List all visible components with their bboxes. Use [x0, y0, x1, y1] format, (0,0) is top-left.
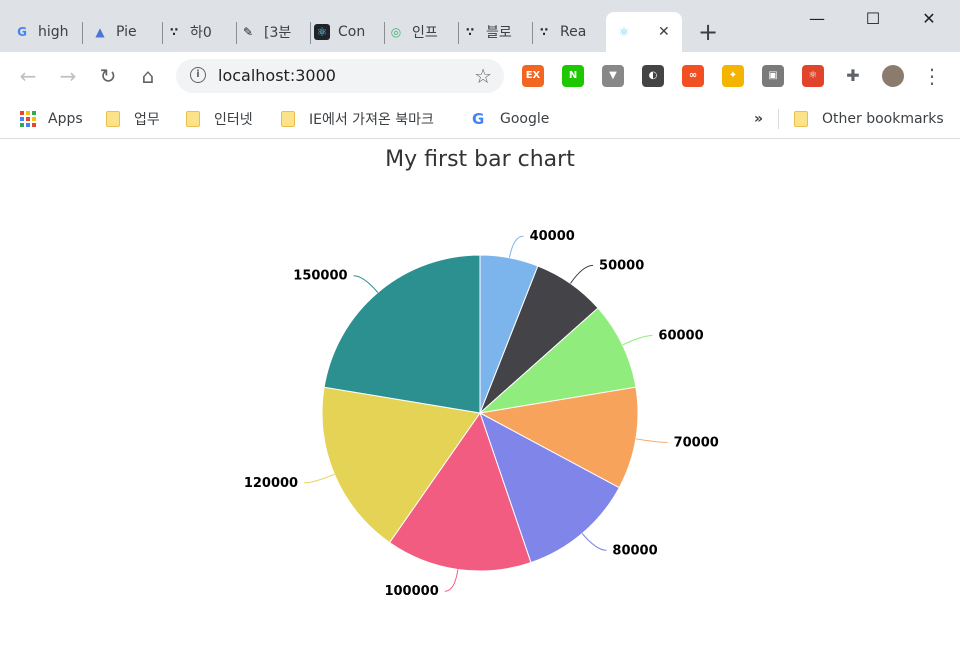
maximize-button[interactable]: ☐	[850, 4, 896, 34]
browser-tab[interactable]: ∵ 블로	[462, 16, 526, 48]
data-label: 60000	[658, 328, 703, 343]
address-bar[interactable]: i localhost:3000 ☆	[176, 59, 504, 93]
data-label-connector	[444, 569, 459, 592]
bookmark-label: 업무	[134, 112, 160, 128]
new-tab-button[interactable]: +	[696, 18, 720, 46]
info-icon[interactable]: i	[190, 67, 206, 83]
browser-tab[interactable]: Ghigh	[14, 16, 76, 48]
data-label: 50000	[599, 258, 644, 273]
back-button[interactable]: ←	[16, 64, 40, 88]
data-label-connector	[622, 334, 653, 346]
data-label-connector	[508, 235, 524, 258]
tab-separator	[162, 22, 163, 44]
data-label-connector	[304, 473, 335, 484]
pie-chart: 40000 50000 60000 70000 80000 100000 120000 150…	[244, 229, 720, 600]
puzzle-extension-icon[interactable]: ✚	[842, 65, 864, 87]
bookmark-apps[interactable]: Apps	[20, 108, 83, 130]
react-devtools-extension-icon[interactable]: ⚛	[802, 65, 824, 87]
bookmark-folder-internet[interactable]: 인터넷	[186, 108, 253, 130]
bookmark-folder-ie[interactable]: IE에서 가져온 북마크	[281, 108, 434, 130]
window-extension-icon[interactable]: ▣	[762, 65, 784, 87]
tab-separator	[532, 22, 533, 44]
google-icon: G	[17, 25, 27, 39]
data-label-connector	[570, 264, 594, 284]
google-icon: G	[472, 110, 485, 128]
tab-separator	[82, 22, 83, 44]
more-bookmarks-button[interactable]: »	[754, 108, 763, 130]
react-dark-icon: ⚛	[314, 24, 330, 40]
data-label: 100000	[384, 584, 438, 599]
forward-button[interactable]: →	[56, 64, 80, 88]
bookmarks-divider	[778, 109, 779, 129]
triangle-icon: ▲	[95, 25, 105, 39]
url-text[interactable]: localhost:3000	[218, 66, 336, 85]
tab-title: Con	[338, 24, 366, 40]
browser-tab[interactable]: ✎ [3분	[240, 16, 304, 48]
data-label: 120000	[244, 476, 298, 491]
bookmark-other[interactable]: Other bookmarks	[794, 108, 944, 130]
dots-icon: ∵	[169, 25, 179, 39]
browser-toolbar: ← → ↻ ⌂ i localhost:3000 ☆ EX N ▼ ◐ ∞ ✦ ▣ ⚛ ✚ ⋮	[0, 52, 960, 100]
dots-icon: ∵	[539, 25, 549, 39]
close-tab-icon[interactable]: ✕	[658, 24, 670, 40]
close-window-button[interactable]: ✕	[906, 4, 952, 34]
bookmark-label: Google	[500, 111, 550, 127]
react-icon: ⚛	[618, 25, 630, 39]
tab-separator	[384, 22, 385, 44]
naver-extension-icon[interactable]: N	[562, 65, 584, 87]
page-content: My first bar chart 40000 50000 60000 70000 8…	[0, 139, 960, 656]
infinity-extension-icon[interactable]: ∞	[682, 65, 704, 87]
folder-icon	[106, 111, 120, 127]
minimize-button[interactable]: —	[794, 4, 840, 34]
tab-separator	[458, 22, 459, 44]
tab-title: Rea	[560, 24, 587, 40]
bookmark-folder-work[interactable]: 업무	[106, 108, 160, 130]
browser-tab[interactable]: ◎ 인프	[388, 16, 452, 48]
vue-extension-icon[interactable]: ▼	[602, 65, 624, 87]
bookmark-label: Apps	[48, 111, 83, 127]
tab-title: 블로	[486, 25, 512, 41]
bookmark-label: Other bookmarks	[822, 111, 944, 127]
ex-extension-icon[interactable]: EX	[522, 65, 544, 87]
bookmark-star-icon[interactable]: ☆	[474, 64, 492, 88]
browser-tab[interactable]: ▲ Pie	[92, 16, 156, 48]
bookmark-label: 인터넷	[214, 112, 253, 128]
data-label: 150000	[293, 269, 347, 284]
tab-strip: Ghigh ▲ Pie ∵ 하0 ✎ [3분 ⚛ Con ◎ 인프 ∵ 블로 ∵ Rea ⚛ ✕ + — ☐ ✕	[0, 0, 960, 52]
tab-title: Pie	[116, 24, 137, 40]
home-button[interactable]: ⌂	[136, 64, 160, 88]
apps-grid-icon	[20, 111, 36, 127]
browser-tab[interactable]: ∵ 하0	[166, 16, 230, 48]
box-extension-icon[interactable]: ✦	[722, 65, 744, 87]
folder-icon	[281, 111, 295, 127]
bookmark-label: IE에서 가져온 북마크	[309, 112, 434, 128]
browser-tab[interactable]: ⚛ Con	[314, 16, 378, 48]
browser-tab[interactable]: ∵ Rea	[536, 16, 596, 48]
data-label-connector	[353, 275, 379, 293]
tab-separator	[310, 22, 311, 44]
bookmarks-bar: Apps 업무 인터넷 IE에서 가져온 북마크 G Google » Othe…	[0, 100, 960, 139]
tab-title: 인프	[412, 25, 438, 41]
pen-icon: ✎	[242, 25, 254, 39]
profile-avatar[interactable]	[882, 65, 904, 87]
data-label: 70000	[674, 435, 719, 450]
tab-title: [3분	[264, 25, 292, 41]
inflearn-icon: ◎	[390, 25, 402, 39]
data-label-connector	[581, 533, 607, 551]
tab-title: 하0	[190, 25, 212, 41]
reload-button[interactable]: ↻	[96, 64, 120, 88]
folder-icon	[794, 111, 808, 127]
browser-tab[interactable]: ⚛ ✕	[606, 12, 682, 52]
folder-icon	[186, 111, 200, 127]
lightbulb-extension-icon[interactable]: ◐	[642, 65, 664, 87]
data-label: 40000	[530, 229, 575, 244]
dots-icon: ∵	[465, 25, 475, 39]
bookmark-google[interactable]: G Google	[472, 108, 549, 130]
data-label-connector	[635, 438, 668, 443]
tab-title: high	[38, 24, 69, 40]
data-label: 80000	[612, 543, 657, 558]
chrome-menu-button[interactable]: ⋮	[920, 64, 944, 88]
tab-separator	[236, 22, 237, 44]
